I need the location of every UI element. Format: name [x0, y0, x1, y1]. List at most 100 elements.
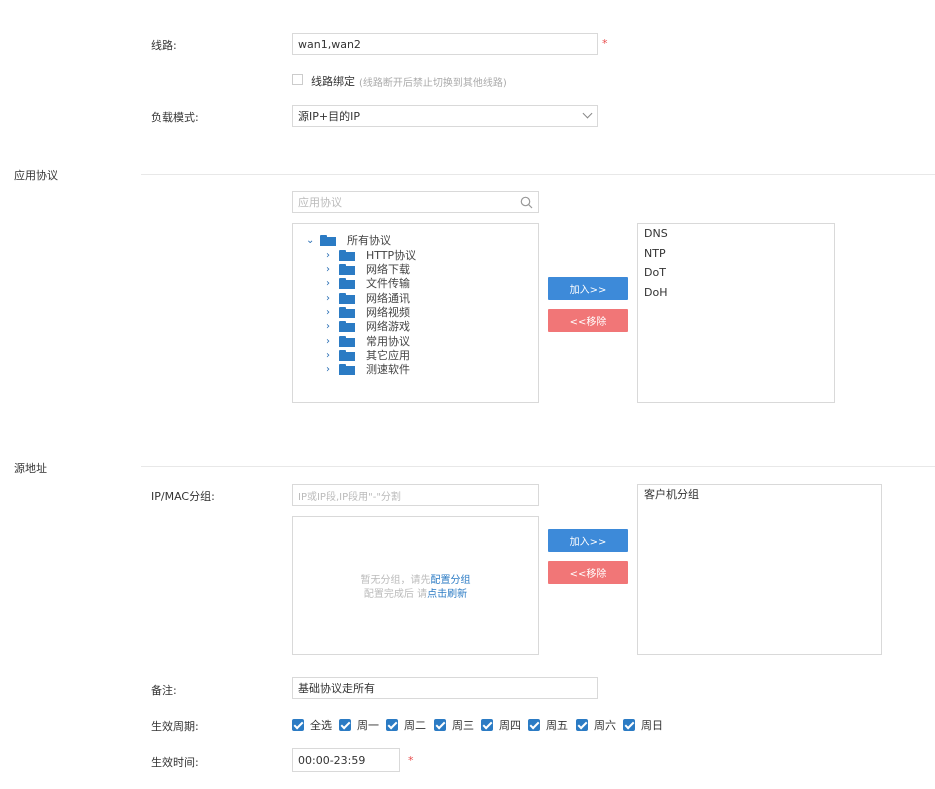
checkbox-label: 周日: [641, 719, 663, 732]
remark-input[interactable]: 基础协议走所有: [292, 677, 598, 699]
bind-hint: (线路断开后禁止切换到其他线路): [359, 78, 507, 89]
folder-icon: [339, 292, 355, 304]
bind-label: 线路绑定: [311, 75, 355, 88]
source-remove-button[interactable]: <<移除: [548, 561, 628, 584]
tree-node[interactable]: › 文件传输: [325, 276, 410, 290]
checkbox-label: 周五: [546, 719, 568, 732]
protocol-remove-button[interactable]: <<移除: [548, 309, 628, 332]
checkbox-wednesday[interactable]: 周三: [434, 717, 474, 733]
line-required-mark: *: [602, 37, 608, 50]
section-divider: [141, 174, 935, 175]
line-input[interactable]: wan1,wan2: [292, 33, 598, 55]
tree-node[interactable]: › 网络视频: [325, 305, 410, 319]
source-add-button[interactable]: 加入>>: [548, 529, 628, 552]
checkbox-checked-icon[interactable]: [386, 719, 398, 731]
checkbox-monday[interactable]: 周一: [339, 717, 379, 733]
protocol-search-placeholder: 应用协议: [298, 196, 342, 209]
source-selected-list[interactable]: 客户机分组: [637, 484, 882, 655]
tree-node[interactable]: › 网络下载: [325, 262, 410, 276]
checkbox-checked-icon[interactable]: [576, 719, 588, 731]
checkbox-checked-icon[interactable]: [434, 719, 446, 731]
protocol-tree-panel[interactable]: ⌄ 所有协议 › HTTP协议 › 网络下载 › 文件传输 › 网络通讯 › 网络视频 ›…: [292, 223, 539, 403]
ipmac-label: IP/MAC分组:: [151, 490, 215, 503]
folder-icon: [339, 249, 355, 261]
chevron-right-icon[interactable]: ›: [325, 264, 331, 275]
ipmac-placeholder: IP或IP段,IP段用"-"分割: [298, 491, 401, 503]
folder-icon: [339, 320, 355, 332]
protocol-selected-list[interactable]: DNS NTP DoT DoH: [637, 223, 835, 403]
folder-icon: [339, 335, 355, 347]
tree-node-label: 所有协议: [347, 234, 391, 247]
chevron-right-icon[interactable]: ›: [325, 364, 331, 375]
checkbox-saturday[interactable]: 周六: [576, 717, 616, 733]
protocol-add-button[interactable]: 加入>>: [548, 277, 628, 300]
protocol-search-input[interactable]: 应用协议: [292, 191, 539, 213]
folder-icon: [339, 263, 355, 275]
checkbox-label: 周一: [357, 719, 379, 732]
tree-node[interactable]: › HTTP协议: [325, 248, 416, 262]
chevron-right-icon[interactable]: ›: [325, 293, 331, 304]
app-protocol-section-title: 应用协议: [14, 169, 58, 182]
folder-icon: [339, 306, 355, 318]
list-item[interactable]: DoH: [644, 286, 667, 299]
checkbox-label: 周六: [594, 719, 616, 732]
remark-label: 备注:: [151, 684, 177, 697]
folder-icon: [339, 277, 355, 289]
line-label: 线路:: [151, 39, 177, 52]
chevron-right-icon[interactable]: ›: [325, 321, 331, 332]
checkbox-friday[interactable]: 周五: [528, 717, 568, 733]
checkbox-checked-icon[interactable]: [623, 719, 635, 731]
tree-node[interactable]: › 网络游戏: [325, 319, 410, 333]
checkbox-sunday[interactable]: 周日: [623, 717, 663, 733]
tree-node-label: 测速软件: [366, 363, 410, 376]
checkbox-label: 全选: [310, 719, 332, 732]
load-mode-label: 负载模式:: [151, 111, 199, 124]
tree-node[interactable]: › 常用协议: [325, 334, 410, 348]
chevron-down-icon[interactable]: ⌄: [306, 235, 314, 246]
tree-node[interactable]: › 其它应用: [325, 348, 410, 362]
time-input[interactable]: 00:00-23:59: [292, 748, 400, 772]
list-item[interactable]: DNS: [644, 227, 668, 240]
tree-node-label: 网络游戏: [366, 320, 410, 333]
chevron-right-icon[interactable]: ›: [325, 350, 331, 361]
load-mode-select[interactable]: 源IP+目的IP: [292, 105, 598, 127]
tree-node[interactable]: › 网络通讯: [325, 291, 410, 305]
time-label: 生效时间:: [151, 756, 199, 769]
folder-icon: [339, 349, 355, 361]
checkbox-label: 周三: [452, 719, 474, 732]
section-divider: [141, 466, 935, 467]
tree-node-root[interactable]: ⌄ 所有协议: [306, 233, 391, 247]
ipmac-group-panel[interactable]: 暂无分组，请先配置分组 配置完成后 请点击刷新: [292, 516, 539, 655]
source-section-title: 源地址: [14, 462, 47, 475]
empty-line-1: 暂无分组，请先配置分组: [293, 571, 538, 586]
load-mode-value: 源IP+目的IP: [298, 110, 360, 123]
empty-text-2: 配置完成后 请: [363, 589, 428, 600]
checkbox-checked-icon[interactable]: [528, 719, 540, 731]
chevron-down-icon: [582, 108, 593, 119]
tree-node[interactable]: › 测速软件: [325, 362, 410, 376]
checkbox-thursday[interactable]: 周四: [481, 717, 521, 733]
list-item[interactable]: DoT: [644, 266, 666, 279]
chevron-right-icon[interactable]: ›: [325, 278, 331, 289]
empty-line-2: 配置完成后 请点击刷新: [293, 585, 538, 600]
checkbox-checked-icon[interactable]: [339, 719, 351, 731]
bind-checkbox[interactable]: [292, 74, 303, 85]
refresh-link[interactable]: 点击刷新: [427, 589, 467, 600]
chevron-right-icon[interactable]: ›: [325, 307, 331, 318]
chevron-right-icon[interactable]: ›: [325, 336, 331, 347]
folder-icon: [339, 363, 355, 375]
chevron-right-icon[interactable]: ›: [325, 250, 331, 261]
ipmac-input[interactable]: IP或IP段,IP段用"-"分割: [292, 484, 539, 506]
folder-icon: [320, 234, 336, 246]
checkbox-checked-icon[interactable]: [292, 719, 304, 731]
period-label: 生效周期:: [151, 720, 199, 733]
list-item[interactable]: NTP: [644, 247, 666, 260]
time-required-mark: *: [408, 754, 414, 767]
checkbox-tuesday[interactable]: 周二: [386, 717, 426, 733]
search-icon[interactable]: [520, 196, 533, 209]
list-item[interactable]: 客户机分组: [644, 486, 699, 502]
checkbox-checked-icon[interactable]: [481, 719, 493, 731]
checkbox-select-all[interactable]: 全选: [292, 717, 332, 733]
checkbox-label: 周四: [499, 719, 521, 732]
tree-node-label: 文件传输: [366, 277, 410, 290]
